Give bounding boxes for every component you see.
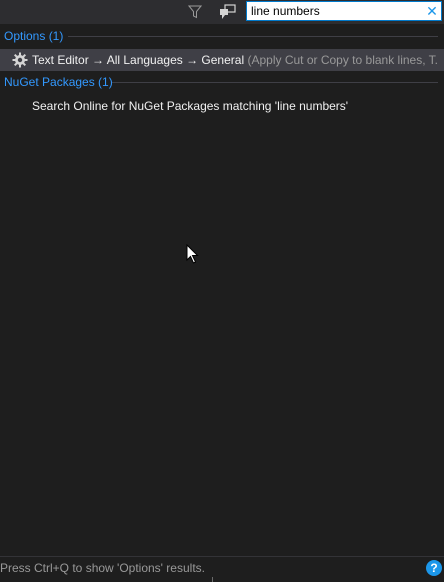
options-result-item[interactable]: Text Editor → All Languages → General (A… xyxy=(0,49,444,71)
search-input[interactable] xyxy=(251,3,421,19)
filter-icon[interactable] xyxy=(186,3,204,21)
status-text: Press Ctrl+Q to show 'Options' results. xyxy=(0,561,205,575)
clear-search-icon[interactable]: ✕ xyxy=(425,3,439,19)
nuget-group-label: NuGet Packages (1) xyxy=(4,75,113,89)
options-result-title: Text Editor → All Languages → General xyxy=(32,53,245,67)
gear-icon xyxy=(12,52,28,68)
options-group-header: Options (1) xyxy=(0,26,444,46)
quick-launch-window: ✕ Options (1) Text Editor → All Language… xyxy=(0,0,444,582)
mouse-cursor-icon xyxy=(186,244,199,264)
nuget-group-header: NuGet Packages (1) xyxy=(0,72,444,92)
help-icon[interactable]: ? xyxy=(426,560,442,576)
quick-launch-search-box[interactable]: ✕ xyxy=(246,1,442,21)
resize-grip[interactable] xyxy=(212,577,213,582)
status-bar: Press Ctrl+Q to show 'Options' results. … xyxy=(0,556,444,582)
search-scope-icon[interactable] xyxy=(218,3,238,21)
group-divider xyxy=(112,82,438,83)
nuget-result-text: Search Online for NuGet Packages matchin… xyxy=(32,99,349,113)
options-result-text: Text Editor → All Languages → General (A… xyxy=(32,53,438,67)
quick-launch-toolbar: ✕ xyxy=(0,0,444,24)
nuget-result-item[interactable]: Search Online for NuGet Packages matchin… xyxy=(0,95,444,117)
options-result-description: (Apply Cut or Copy to blank lines, T... xyxy=(247,53,438,67)
options-group-label: Options (1) xyxy=(4,29,64,43)
group-divider xyxy=(68,36,438,37)
